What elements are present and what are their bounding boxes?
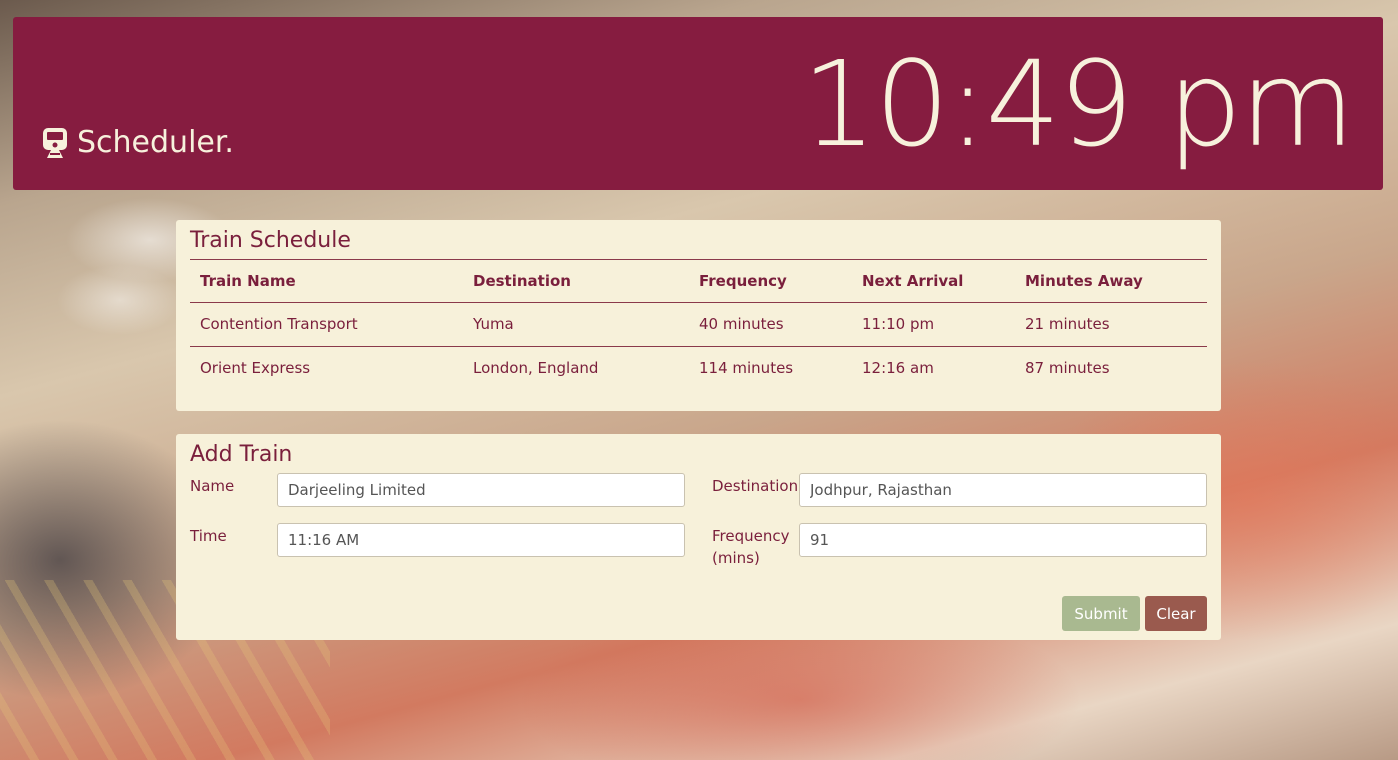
- table-row: Contention Transport Yuma 40 minutes 11:…: [190, 302, 1207, 347]
- cell-train-name: Orient Express: [200, 359, 311, 377]
- add-train-title: Add Train: [190, 442, 293, 467]
- col-destination: Destination: [463, 260, 689, 303]
- frequency-input[interactable]: [799, 523, 1207, 557]
- train-schedule-panel: Train Schedule Train Name Destination Fr…: [176, 220, 1221, 411]
- schedule-table: Train Name Destination Frequency Next Ar…: [190, 260, 1207, 390]
- col-minutes-away: Minutes Away: [1015, 260, 1207, 303]
- cell-frequency: 40 minutes: [689, 302, 852, 347]
- cell-frequency: 114 minutes: [699, 359, 794, 377]
- cell-next-arrival: 12:16 am: [862, 359, 934, 377]
- table-row: Orient Express London, England 114 minut…: [190, 347, 1207, 391]
- cell-destination: London, England: [473, 359, 599, 377]
- time-label: Time: [190, 527, 227, 545]
- add-train-form: Name Destination Time Frequency (mins): [190, 473, 1207, 613]
- train-icon: [41, 127, 69, 159]
- cell-minutes-away: 21 minutes: [1015, 302, 1207, 347]
- cell-train-name: Contention Transport: [190, 302, 463, 347]
- brand: Scheduler.: [41, 125, 234, 160]
- cell-destination: Yuma: [463, 302, 689, 347]
- frequency-label-line2: (mins): [712, 549, 760, 567]
- destination-input[interactable]: [799, 473, 1207, 507]
- table-header-row: Train Name Destination Frequency Next Ar…: [190, 260, 1207, 303]
- name-input[interactable]: [277, 473, 685, 507]
- current-time: 10:49 pm: [801, 35, 1355, 173]
- name-label: Name: [190, 477, 235, 495]
- schedule-title: Train Schedule: [190, 228, 1207, 260]
- app-header: Scheduler. 10:49 pm: [13, 17, 1383, 190]
- col-train-name: Train Name: [190, 260, 463, 303]
- add-train-panel: Add Train Name Destination Time Frequenc…: [176, 434, 1221, 640]
- cell-next-arrival: 11:10 pm: [852, 302, 1015, 347]
- col-next-arrival: Next Arrival: [852, 260, 1015, 303]
- destination-label: Destination: [712, 477, 799, 495]
- cell-minutes-away: 87 minutes: [1025, 359, 1110, 377]
- col-frequency: Frequency: [689, 260, 852, 303]
- submit-button[interactable]: Submit: [1062, 596, 1140, 631]
- frequency-label-line1: Frequency: [712, 527, 790, 545]
- time-input[interactable]: [277, 523, 685, 557]
- brand-title: Scheduler.: [77, 125, 234, 160]
- clear-button[interactable]: Clear: [1145, 596, 1207, 631]
